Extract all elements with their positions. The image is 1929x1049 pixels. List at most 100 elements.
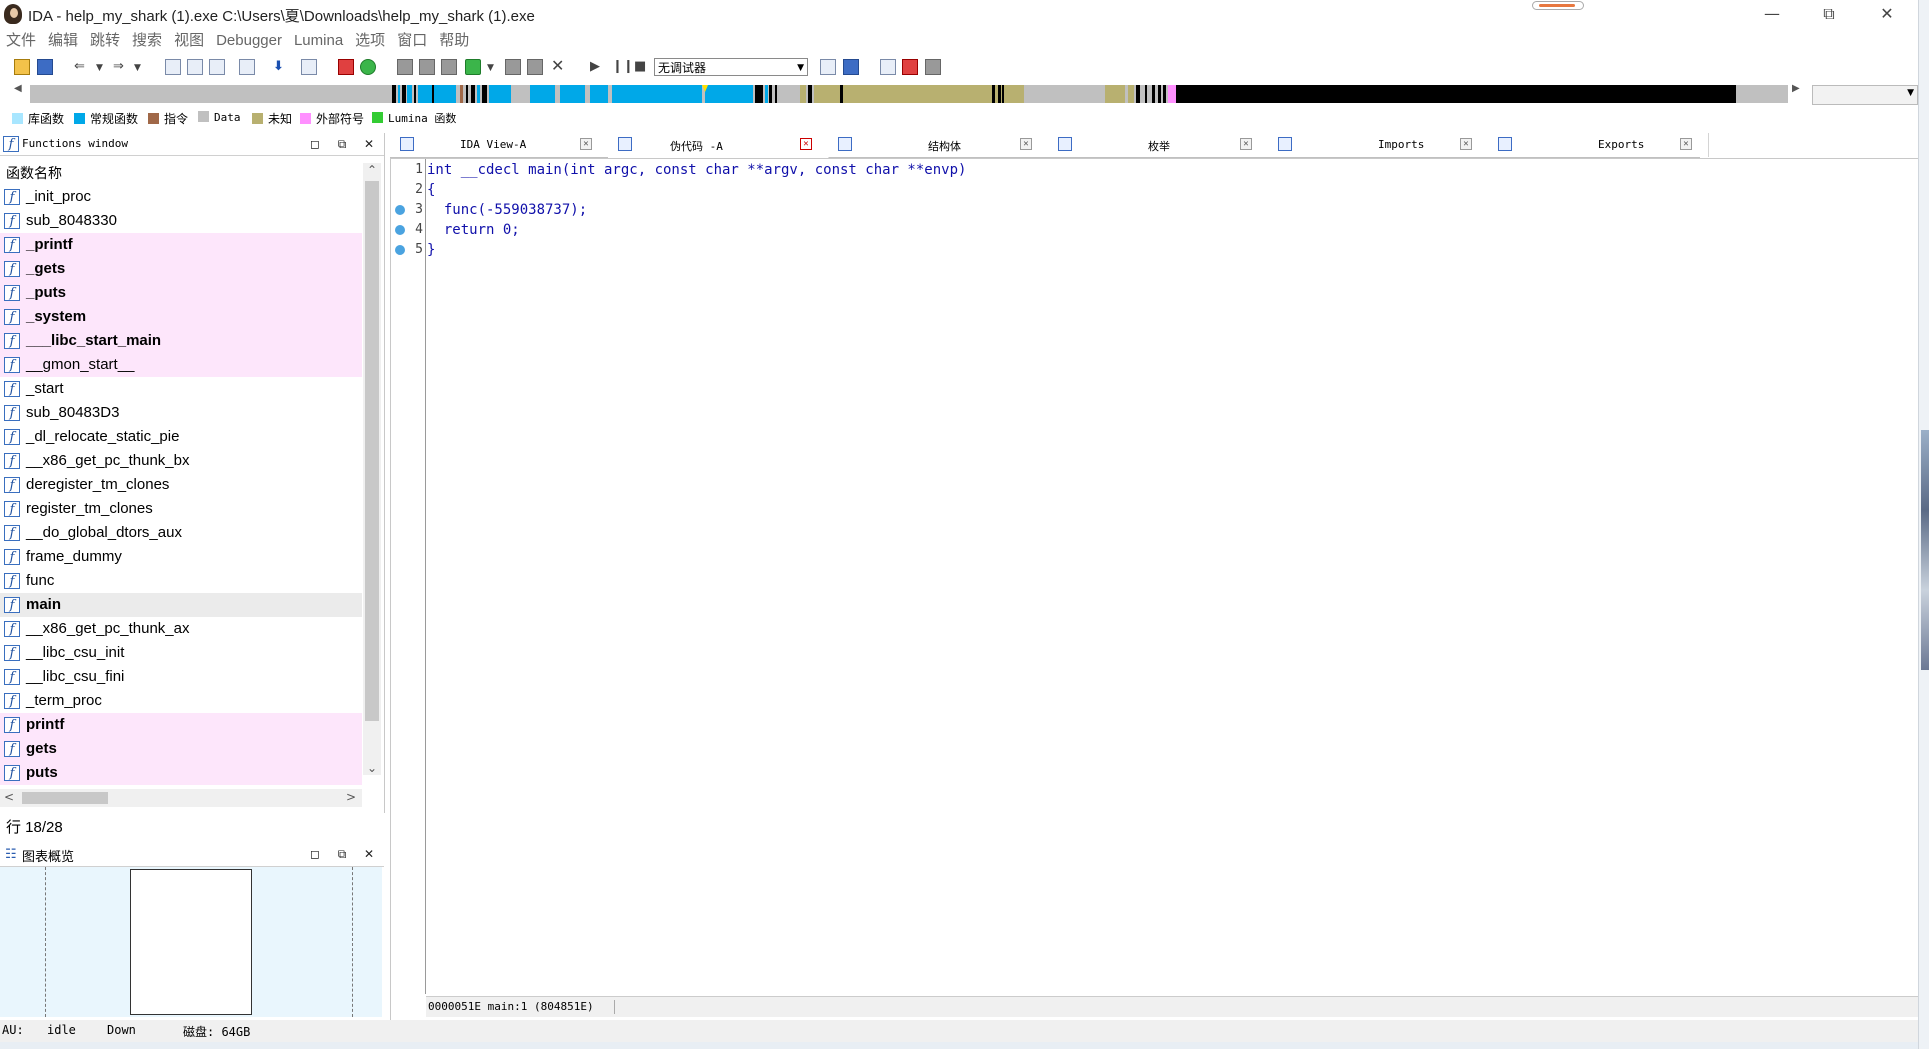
code-line[interactable]: 4 return 0; bbox=[391, 220, 1891, 240]
function-row[interactable]: f _puts bbox=[0, 281, 362, 305]
maximize-panel-icon[interactable]: ◻ bbox=[306, 135, 324, 153]
function-row[interactable]: f main bbox=[0, 593, 362, 617]
navigation-band[interactable] bbox=[30, 85, 1788, 103]
scroll-left-icon[interactable]: < bbox=[4, 790, 14, 804]
function-row[interactable]: f __x86_get_pc_thunk_ax bbox=[0, 617, 362, 641]
search-binary-icon[interactable] bbox=[187, 59, 203, 75]
function-row[interactable]: f sub_80483D3 bbox=[0, 401, 362, 425]
threads-icon[interactable] bbox=[902, 59, 918, 75]
search-next-icon[interactable] bbox=[239, 59, 255, 75]
search-text-icon[interactable] bbox=[165, 59, 181, 75]
function-row[interactable]: f _term_proc bbox=[0, 689, 362, 713]
patch-icon[interactable] bbox=[301, 59, 317, 75]
function-row[interactable]: f register_tm_clones bbox=[0, 497, 362, 521]
open-file-icon[interactable] bbox=[14, 59, 30, 75]
jump-down-icon[interactable]: ⬇ bbox=[273, 59, 284, 74]
function-row[interactable]: f deregister_tm_clones bbox=[0, 473, 362, 497]
menu-lumina[interactable]: Lumina bbox=[288, 28, 349, 54]
close-tab-icon[interactable]: ✕ bbox=[1020, 138, 1032, 150]
functions-horizontal-scrollbar[interactable]: < > bbox=[0, 789, 362, 807]
forward-icon[interactable]: ⇒ bbox=[113, 59, 124, 74]
pause-debug-icon[interactable]: ❙❙ bbox=[612, 59, 634, 74]
modules-icon[interactable] bbox=[925, 59, 941, 75]
menu-file[interactable]: 文件 bbox=[0, 28, 42, 54]
close-tab-icon[interactable]: ✕ bbox=[1240, 138, 1252, 150]
menu-search[interactable]: 搜索 bbox=[126, 28, 168, 54]
watch-dropdown-icon[interactable]: ▼ bbox=[487, 63, 494, 73]
debugger-select[interactable]: 无调试器 ▼ bbox=[654, 58, 808, 76]
function-row[interactable]: f ___libc_start_main bbox=[0, 329, 362, 353]
menu-view[interactable]: 视图 bbox=[168, 28, 210, 54]
maximize-panel-icon[interactable]: ◻ bbox=[306, 845, 324, 863]
function-row[interactable]: f _gets bbox=[0, 257, 362, 281]
scroll-thumb[interactable] bbox=[22, 792, 108, 804]
step-into-icon[interactable] bbox=[441, 59, 457, 75]
function-row[interactable]: f func bbox=[0, 569, 362, 593]
tab-枚举[interactable]: 枚举 ✕ bbox=[1048, 133, 1269, 157]
graph-overview-canvas[interactable] bbox=[0, 867, 382, 1017]
step-over-icon[interactable] bbox=[820, 59, 836, 75]
breakpoint-list-icon[interactable] bbox=[419, 59, 435, 75]
close-tab-icon[interactable]: ✕ bbox=[1680, 138, 1692, 150]
float-panel-icon[interactable]: ⧉ bbox=[333, 845, 351, 863]
tab-imports[interactable]: Imports ✕ bbox=[1268, 133, 1489, 157]
code-line[interactable]: 5} bbox=[391, 240, 1891, 260]
run-script-icon[interactable] bbox=[360, 59, 376, 75]
float-panel-icon[interactable]: ⧉ bbox=[333, 135, 351, 153]
code-line[interactable]: 2{ bbox=[391, 180, 1891, 200]
menu-edit[interactable]: 编辑 bbox=[42, 28, 84, 54]
function-row[interactable]: f _init_proc bbox=[0, 185, 362, 209]
function-row[interactable]: f __x86_get_pc_thunk_bx bbox=[0, 449, 362, 473]
close-icon[interactable]: ✕ bbox=[1858, 0, 1916, 28]
menu-help[interactable]: 帮助 bbox=[433, 28, 475, 54]
tab-ida-view-a[interactable]: IDA View-A ✕ bbox=[390, 133, 609, 157]
trace-icon[interactable] bbox=[505, 59, 521, 75]
close-tab-icon[interactable]: ✕ bbox=[1460, 138, 1472, 150]
function-row[interactable]: f printf bbox=[0, 713, 362, 737]
close-panel-icon[interactable]: ✕ bbox=[360, 845, 378, 863]
forward-dropdown-icon[interactable]: ▼ bbox=[134, 63, 141, 73]
menu-options[interactable]: 选项 bbox=[349, 28, 391, 54]
function-row[interactable]: f sub_8048330 bbox=[0, 209, 362, 233]
menu-debugger[interactable]: Debugger bbox=[210, 28, 288, 54]
menu-windows[interactable]: 窗口 bbox=[391, 28, 433, 54]
close-panel-icon[interactable]: ✕ bbox=[360, 135, 378, 153]
function-row[interactable]: f puts bbox=[0, 761, 362, 785]
function-row[interactable]: f __libc_csu_init bbox=[0, 641, 362, 665]
tab-exports[interactable]: Exports ✕ bbox=[1488, 133, 1709, 157]
function-row[interactable]: f __do_global_dtors_aux bbox=[0, 521, 362, 545]
functions-vertical-scrollbar[interactable]: ⌃ ⌄ bbox=[363, 163, 381, 775]
tab-伪代码--a[interactable]: 伪代码 -A ✕ bbox=[608, 133, 829, 159]
save-icon[interactable] bbox=[37, 59, 53, 75]
scroll-up-icon[interactable]: ⌃ bbox=[367, 163, 377, 177]
nav-left-icon[interactable]: ◀ bbox=[14, 83, 22, 94]
function-row[interactable]: f __gmon_start__ bbox=[0, 353, 362, 377]
search-immediate-icon[interactable] bbox=[209, 59, 225, 75]
back-icon[interactable]: ⇐ bbox=[74, 59, 85, 74]
menu-jump[interactable]: 跳转 bbox=[84, 28, 126, 54]
search-direction[interactable]: Down bbox=[107, 1023, 136, 1037]
scroll-down-icon[interactable]: ⌄ bbox=[367, 761, 377, 775]
function-row[interactable]: f _start bbox=[0, 377, 362, 401]
tab-结构体[interactable]: 结构体 ✕ bbox=[828, 133, 1049, 157]
memory-map-icon[interactable] bbox=[880, 59, 896, 75]
function-row[interactable]: f frame_dummy bbox=[0, 545, 362, 569]
function-name-column-header[interactable]: 函数名称 bbox=[0, 163, 370, 183]
function-row[interactable]: f _dl_relocate_static_pie bbox=[0, 425, 362, 449]
close-tab-icon[interactable]: ✕ bbox=[580, 138, 592, 150]
minimize-icon[interactable]: — bbox=[1743, 0, 1801, 28]
scroll-right-icon[interactable]: > bbox=[346, 790, 356, 804]
pseudocode-view[interactable]: 1 int __cdecl main(int argc, const char *… bbox=[390, 158, 1920, 1021]
graph-view-icon[interactable] bbox=[338, 59, 354, 75]
trace-options-icon[interactable] bbox=[527, 59, 543, 75]
start-debug-icon[interactable]: ▶ bbox=[590, 59, 600, 74]
back-dropdown-icon[interactable]: ▼ bbox=[96, 63, 103, 73]
nav-right-icon[interactable]: ▶ bbox=[1792, 83, 1800, 94]
scroll-thumb[interactable] bbox=[365, 181, 379, 721]
restore-icon[interactable]: ⧉ bbox=[1800, 0, 1858, 28]
function-row[interactable]: f gets bbox=[0, 737, 362, 761]
breakpoint-add-icon[interactable] bbox=[397, 59, 413, 75]
add-watch-icon[interactable] bbox=[465, 59, 481, 75]
stop-debug-icon[interactable]: ■ bbox=[634, 59, 646, 74]
function-row[interactable]: f _printf bbox=[0, 233, 362, 257]
